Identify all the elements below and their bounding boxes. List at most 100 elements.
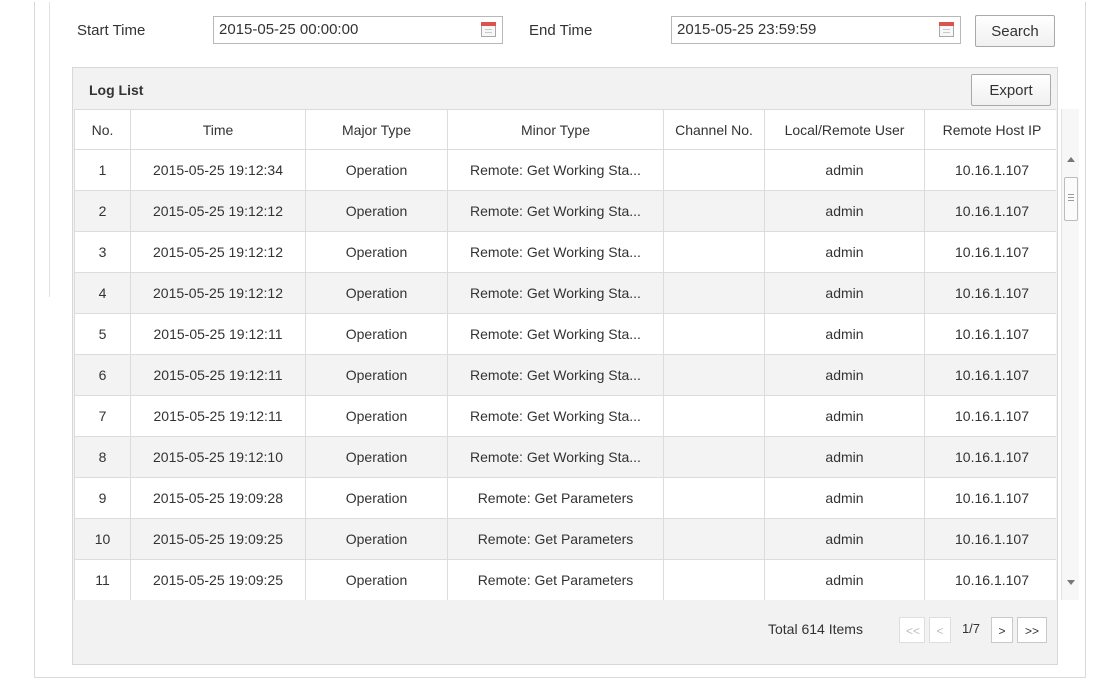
table-cell: 4 [74,272,131,314]
table-row[interactable]: 7 2015-05-25 19:12:11 Operation Remote: Get… [74,395,1056,437]
table-cell: Remote: Get Working Sta... [447,149,664,191]
table-header-row: No. Time Major Type Minor Type Channel No. Lo… [74,109,1056,150]
table-cell: 2015-05-25 19:09:25 [130,559,306,600]
table-cell: Remote: Get Parameters [447,559,664,600]
table-cell: 2015-05-25 19:09:28 [130,477,306,519]
scroll-up-arrow-icon[interactable] [1067,157,1075,162]
log-list-panel: Log List Export No. Time Major Type Minor T… [72,67,1079,665]
export-button[interactable]: Export [971,74,1051,106]
table-cell: 8 [74,436,131,478]
table-cell: Operation [305,559,448,600]
table-cell [663,231,765,273]
end-time-input[interactable]: 2015-05-25 23:59:59 [671,16,961,44]
table-cell: admin [764,354,925,396]
column-header: Major Type [305,109,448,150]
log-table: No. Time Major Type Minor Type Channel No. Lo… [74,109,1056,600]
calendar-icon[interactable] [939,22,954,37]
column-header: Local/Remote User [764,109,925,150]
next-page-button[interactable]: > [991,617,1013,643]
table-cell [663,149,765,191]
table-cell: 2015-05-25 19:12:12 [130,231,306,273]
table-cell: Operation [305,272,448,314]
log-table-container: No. Time Major Type Minor Type Channel No. Lo… [74,109,1056,600]
table-cell: Operation [305,436,448,478]
table-cell: admin [764,395,925,437]
table-cell: Remote: Get Working Sta... [447,231,664,273]
calendar-icon[interactable] [481,22,496,37]
table-cell: 3 [74,231,131,273]
table-cell [663,354,765,396]
table-cell: 10.16.1.107 [924,477,1056,519]
table-cell [663,559,765,600]
table-cell: 2015-05-25 19:12:10 [130,436,306,478]
table-cell [663,477,765,519]
column-header: Minor Type [447,109,664,150]
table-cell: admin [764,313,925,355]
table-cell: 9 [74,477,131,519]
table-cell: Operation [305,518,448,560]
table-cell: Operation [305,395,448,437]
page-indicator: 1/7 [961,621,981,636]
table-cell: Operation [305,354,448,396]
table-cell: 10.16.1.107 [924,518,1056,560]
table-cell: 10.16.1.107 [924,354,1056,396]
table-cell: 10 [74,518,131,560]
table-cell: 2015-05-25 19:09:25 [130,518,306,560]
table-cell: Operation [305,231,448,273]
table-cell: admin [764,436,925,478]
table-cell: 1 [74,149,131,191]
end-time-value: 2015-05-25 23:59:59 [677,21,817,38]
table-row[interactable]: 10 2015-05-25 19:09:25 Operation Remote: Ge… [74,518,1056,560]
table-row[interactable]: 9 2015-05-25 19:09:28 Operation Remote: Get… [74,477,1056,519]
table-cell: admin [764,149,925,191]
scroll-thumb[interactable] [1064,177,1078,221]
column-header: Time [130,109,306,150]
start-time-input[interactable]: 2015-05-25 00:00:00 [213,16,503,44]
table-row[interactable]: 8 2015-05-25 19:12:10 Operation Remote: Get… [74,436,1056,478]
pagination-bar: Total 614 Items << < 1/7 > >> [73,600,1057,664]
total-items-label: Total 614 Items [768,621,863,637]
table-cell: Operation [305,149,448,191]
table-cell: 6 [74,354,131,396]
table-row[interactable]: 5 2015-05-25 19:12:11 Operation Remote: Get… [74,313,1056,355]
table-cell: admin [764,231,925,273]
table-cell: 10.16.1.107 [924,395,1056,437]
last-page-button[interactable]: >> [1017,617,1047,643]
search-button[interactable]: Search [975,15,1055,47]
start-time-label: Start Time [77,22,146,39]
table-cell: Remote: Get Working Sta... [447,272,664,314]
first-page-button[interactable]: << [899,617,925,643]
table-body: 1 2015-05-25 19:12:34 Operation Remote: Get… [74,149,1056,600]
table-cell [663,436,765,478]
table-cell: 2015-05-25 19:12:12 [130,272,306,314]
table-cell: Operation [305,477,448,519]
search-bar: Start Time 2015-05-25 00:00:00 End Time … [35,2,1085,62]
table-cell: 11 [74,559,131,600]
table-cell: 10.16.1.107 [924,149,1056,191]
table-row[interactable]: 6 2015-05-25 19:12:11 Operation Remote: Get… [74,354,1056,396]
table-cell: admin [764,559,925,600]
table-cell [663,518,765,560]
table-row[interactable]: 1 2015-05-25 19:12:34 Operation Remote: Get… [74,149,1056,191]
end-time-label: End Time [529,22,593,39]
table-cell: Remote: Get Working Sta... [447,395,664,437]
table-row[interactable]: 3 2015-05-25 19:12:12 Operation Remote: Get… [74,231,1056,273]
previous-page-button[interactable]: < [929,617,951,643]
table-cell: Remote: Get Working Sta... [447,354,664,396]
table-cell: Remote: Get Parameters [447,477,664,519]
scroll-down-arrow-icon[interactable] [1067,580,1075,585]
table-cell: 2015-05-25 19:12:11 [130,395,306,437]
table-cell: Operation [305,190,448,232]
table-row[interactable]: 2 2015-05-25 19:12:12 Operation Remote: Get… [74,190,1056,232]
table-row[interactable]: 4 2015-05-25 19:12:12 Operation Remote: Get… [74,272,1056,314]
table-cell: 2015-05-25 19:12:11 [130,354,306,396]
table-cell: 10.16.1.107 [924,559,1056,600]
table-row[interactable]: 11 2015-05-25 19:09:25 Operation Remote: Ge… [74,559,1056,600]
table-cell: Operation [305,313,448,355]
vertical-scrollbar[interactable] [1061,109,1079,600]
table-cell: 10.16.1.107 [924,190,1056,232]
log-list-title: Log List [89,82,144,98]
table-cell: admin [764,477,925,519]
table-cell: 2015-05-25 19:12:34 [130,149,306,191]
table-cell [663,272,765,314]
